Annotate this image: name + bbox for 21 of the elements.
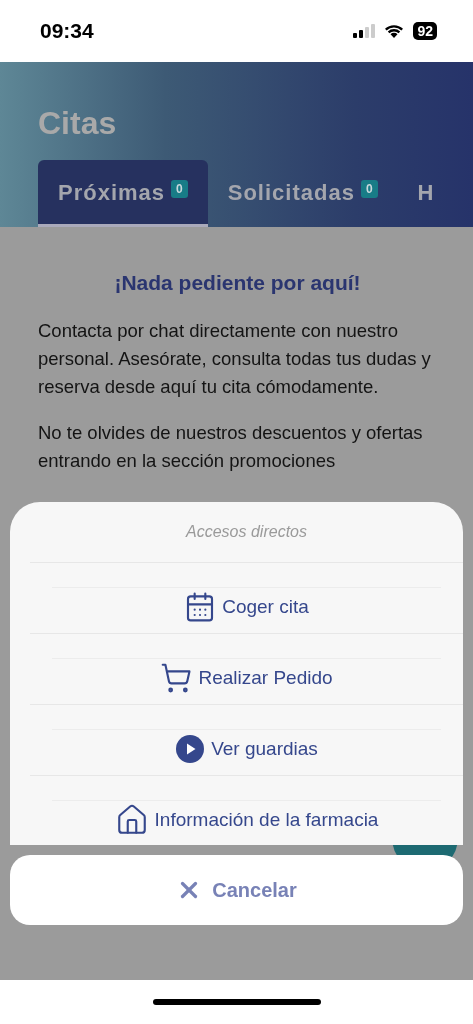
count-badge: 0 <box>360 180 378 198</box>
empty-heading: ¡Nada pediente por aquí! <box>113 271 362 295</box>
action-item[interactable]: Ver guardias <box>52 729 441 775</box>
battery-level: 92 <box>413 22 437 40</box>
action-item[interactable]: Información de la farmacia <box>52 800 441 845</box>
page-title: Citas <box>38 105 118 142</box>
action-item[interactable]: Coger cita <box>52 587 441 633</box>
tab[interactable]: H <box>397 160 455 227</box>
action-item[interactable]: Realizar Pedido <box>52 658 441 704</box>
tab[interactable]: Próximas 0 <box>38 160 208 227</box>
info-paragraph: Contacta por chat directamente con nuestro personal. Asesórate, consulta todas tus dudas y reserva desde aquí tu cita cómodamente. <box>38 319 432 399</box>
wifi-icon <box>383 23 406 39</box>
count-badge: 0 <box>171 180 188 198</box>
clock-time: 09:34 <box>40 19 94 43</box>
sheet-title: Accesos directos <box>30 502 463 563</box>
cart-icon <box>160 661 193 694</box>
play-icon <box>175 733 206 764</box>
cancel-button[interactable]: Cancelar <box>10 855 463 925</box>
tab[interactable]: Solicitadas 0 <box>207 160 398 227</box>
signal-icon <box>353 24 376 38</box>
info-paragraph: No te olvides de nuestros descuentos y ofertas entrando en la sección promociones <box>38 421 424 473</box>
